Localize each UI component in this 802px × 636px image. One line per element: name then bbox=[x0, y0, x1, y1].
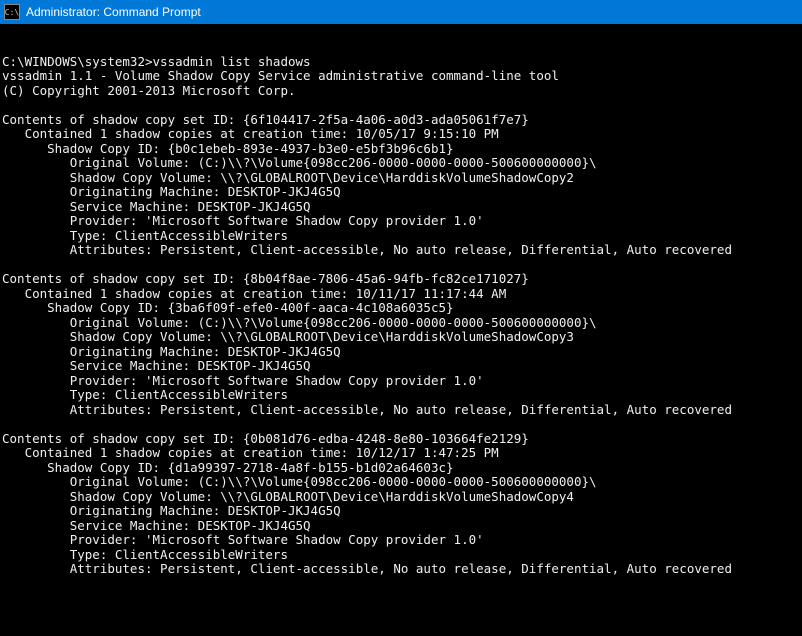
output-line: Shadow Copy Volume: \\?\GLOBALROOT\Devic… bbox=[2, 171, 800, 186]
output-line: Original Volume: (C:)\\?\Volume{098cc206… bbox=[2, 156, 800, 171]
output-line: Contained 1 shadow copies at creation ti… bbox=[2, 127, 800, 142]
blank-line bbox=[2, 97, 10, 112]
output-line: Provider: 'Microsoft Software Shadow Cop… bbox=[2, 533, 800, 548]
output-line: Attributes: Persistent, Client-accessibl… bbox=[2, 243, 800, 258]
output-line: Contents of shadow copy set ID: {8b04f8a… bbox=[2, 272, 800, 287]
output-line: Service Machine: DESKTOP-JKJ4G5Q bbox=[2, 519, 800, 534]
output-line: Type: ClientAccessibleWriters bbox=[2, 229, 800, 244]
prompt-path: C:\WINDOWS\system32> bbox=[2, 54, 153, 69]
output-line bbox=[2, 577, 800, 592]
output-line: Shadow Copy ID: {3ba6f09f-efe0-400f-aaca… bbox=[2, 301, 800, 316]
titlebar[interactable]: C:\ Administrator: Command Prompt bbox=[0, 0, 802, 24]
output-line bbox=[2, 417, 800, 432]
output-line: Type: ClientAccessibleWriters bbox=[2, 388, 800, 403]
window-title: Administrator: Command Prompt bbox=[26, 5, 201, 19]
output-line: Service Machine: DESKTOP-JKJ4G5Q bbox=[2, 200, 800, 215]
output-line: Originating Machine: DESKTOP-JKJ4G5Q bbox=[2, 345, 800, 360]
shadow-sets: Contents of shadow copy set ID: {6f10441… bbox=[2, 113, 800, 592]
terminal-output[interactable]: C:\WINDOWS\system32>vssadmin list shadow… bbox=[0, 24, 802, 636]
prompt-line: C:\WINDOWS\system32>vssadmin list shadow… bbox=[2, 54, 311, 69]
output-line: Provider: 'Microsoft Software Shadow Cop… bbox=[2, 374, 800, 389]
output-line: Shadow Copy ID: {d1a99397-2718-4a8f-b155… bbox=[2, 461, 800, 476]
output-line: Originating Machine: DESKTOP-JKJ4G5Q bbox=[2, 185, 800, 200]
output-line: Original Volume: (C:)\\?\Volume{098cc206… bbox=[2, 475, 800, 490]
output-line: Shadow Copy Volume: \\?\GLOBALROOT\Devic… bbox=[2, 330, 800, 345]
output-line: Original Volume: (C:)\\?\Volume{098cc206… bbox=[2, 316, 800, 331]
output-line: Service Machine: DESKTOP-JKJ4G5Q bbox=[2, 359, 800, 374]
output-line: Shadow Copy ID: {b0c1ebeb-893e-4937-b3e0… bbox=[2, 142, 800, 157]
output-line: Originating Machine: DESKTOP-JKJ4G5Q bbox=[2, 504, 800, 519]
output-line: Contents of shadow copy set ID: {6f10441… bbox=[2, 113, 800, 128]
output-line: Contents of shadow copy set ID: {0b081d7… bbox=[2, 432, 800, 447]
output-line: Type: ClientAccessibleWriters bbox=[2, 548, 800, 563]
output-line: Shadow Copy Volume: \\?\GLOBALROOT\Devic… bbox=[2, 490, 800, 505]
header-line-1: vssadmin 1.1 - Volume Shadow Copy Servic… bbox=[2, 68, 559, 83]
output-line: Contained 1 shadow copies at creation ti… bbox=[2, 287, 800, 302]
output-line: Attributes: Persistent, Client-accessibl… bbox=[2, 403, 800, 418]
output-line: Attributes: Persistent, Client-accessibl… bbox=[2, 562, 800, 577]
command-prompt-window: C:\ Administrator: Command Prompt C:\WIN… bbox=[0, 0, 802, 636]
cmd-icon: C:\ bbox=[4, 4, 20, 20]
output-line bbox=[2, 258, 800, 273]
output-line: Contained 1 shadow copies at creation ti… bbox=[2, 446, 800, 461]
prompt-command: vssadmin list shadows bbox=[153, 54, 311, 69]
header-line-2: (C) Copyright 2001-2013 Microsoft Corp. bbox=[2, 83, 296, 98]
output-line: Provider: 'Microsoft Software Shadow Cop… bbox=[2, 214, 800, 229]
